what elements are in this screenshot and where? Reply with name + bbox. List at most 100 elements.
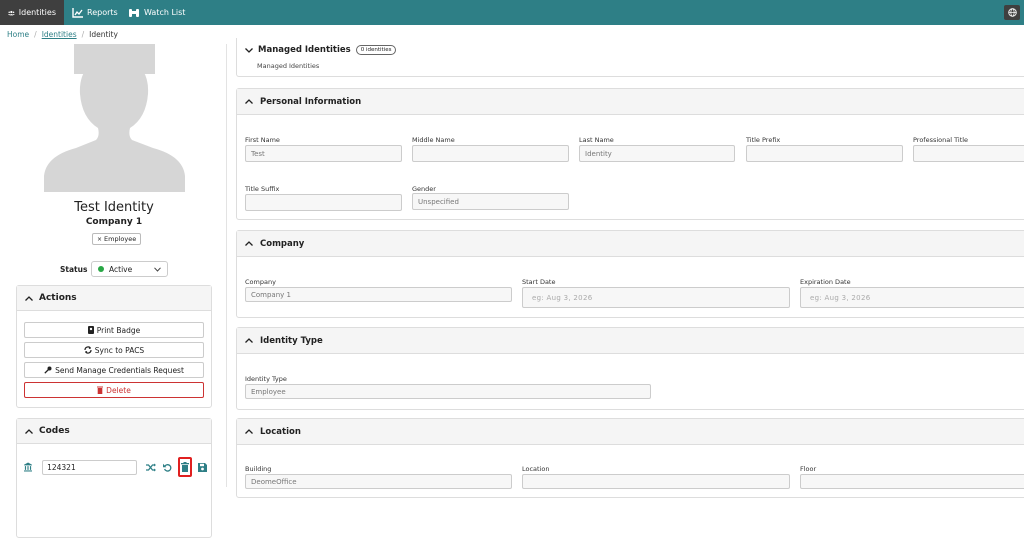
shuffle-button[interactable] <box>144 460 157 474</box>
title-suffix-field[interactable] <box>245 194 402 211</box>
company-section: Company Company Company 1 Start Date eg:… <box>236 230 1024 318</box>
personal-information-header[interactable]: Personal Information <box>237 89 1024 115</box>
managed-identities-subtitle: Managed Identities <box>257 62 320 70</box>
code-row: 124321 <box>24 457 209 477</box>
breadcrumb-separator: / <box>34 30 37 39</box>
sync-pacs-button[interactable]: Sync to PACS <box>24 342 204 358</box>
save-icon <box>198 462 208 472</box>
undo-icon <box>162 463 172 472</box>
company-label: Company <box>245 278 276 286</box>
breadcrumb-home[interactable]: Home <box>7 30 29 39</box>
trash-icon <box>181 462 190 472</box>
building-icon <box>24 462 33 472</box>
actions-card: Actions Print Badge Sync to PACS Send Ma… <box>16 285 212 408</box>
chevron-up-icon <box>245 241 253 246</box>
print-badge-label: Print Badge <box>96 325 141 335</box>
avatar-placeholder <box>44 44 185 192</box>
start-date-label: Start Date <box>522 278 556 286</box>
chevron-up-icon <box>25 428 33 434</box>
gender-label: Gender <box>412 185 436 193</box>
language-button[interactable] <box>1004 5 1020 20</box>
expiration-date-field[interactable]: eg: Aug 3, 2026 <box>800 287 1024 308</box>
floor-label: Floor <box>800 465 817 473</box>
nav-watch-list-label: Watch List <box>144 8 186 17</box>
identity-type-section: Identity Type Identity Type Employee <box>236 327 1024 410</box>
actions-title: Actions <box>39 293 77 303</box>
chevron-up-icon <box>245 99 253 104</box>
breadcrumb-current: Identity <box>89 30 118 39</box>
gender-select[interactable]: Unspecified <box>412 193 569 210</box>
breadcrumb-separator: / <box>81 30 85 39</box>
nav-identities[interactable]: Identities <box>0 0 64 25</box>
personal-information-section: Personal Information First Name Test Mid… <box>236 88 1024 220</box>
last-name-label: Last Name <box>579 136 614 144</box>
chart-icon <box>72 7 83 18</box>
actions-header[interactable]: Actions <box>17 286 211 311</box>
shuffle-icon <box>145 463 156 471</box>
code-input[interactable]: 124321 <box>42 459 138 475</box>
nav-watch-list[interactable]: Watch List <box>120 0 193 25</box>
status-label: Status <box>60 265 88 274</box>
location-section: Location Building DeomeOffice Location F… <box>236 418 1024 498</box>
middle-name-field[interactable] <box>412 145 569 162</box>
save-code-button[interactable] <box>196 460 209 474</box>
company-title: Company <box>260 238 305 249</box>
start-date-field[interactable]: eg: Aug 3, 2026 <box>522 287 790 308</box>
breadcrumb-identities[interactable]: Identities <box>42 30 77 39</box>
last-name-field[interactable]: Identity <box>579 145 735 162</box>
chevron-down-icon <box>154 266 161 272</box>
company-field[interactable]: Company 1 <box>245 287 512 302</box>
middle-name-label: Middle Name <box>412 136 455 144</box>
identity-type-select[interactable]: Employee <box>245 384 651 399</box>
first-name-label: First Name <box>245 136 280 144</box>
expiration-date-label: Expiration Date <box>800 278 851 286</box>
identity-type-header[interactable]: Identity Type <box>237 328 1024 354</box>
nav-reports-label: Reports <box>87 8 118 17</box>
chevron-up-icon <box>25 295 33 301</box>
title-suffix-label: Title Suffix <box>245 185 280 193</box>
location-header[interactable]: Location <box>237 419 1024 445</box>
first-name-field[interactable]: Test <box>245 145 402 162</box>
professional-title-field[interactable] <box>913 145 1024 162</box>
chevron-up-icon <box>245 338 253 343</box>
managed-identities-title: Managed Identities <box>258 45 351 55</box>
managed-identities-header[interactable]: Managed Identities 0 identities <box>245 45 397 55</box>
title-prefix-field[interactable] <box>746 145 903 162</box>
id-badge-icon <box>87 326 94 334</box>
tag-label: Employee <box>104 235 137 243</box>
delete-code-button[interactable] <box>177 457 193 477</box>
codes-card: Codes 124321 <box>16 418 212 538</box>
managed-identities-section: Managed Identities 0 identities Managed … <box>236 38 1024 77</box>
print-badge-button[interactable]: Print Badge <box>24 322 204 338</box>
identity-type-tag[interactable]: × Employee <box>92 233 142 245</box>
company-header[interactable]: Company <box>237 231 1024 257</box>
send-manage-credentials-button[interactable]: Send Manage Credentials Request <box>24 362 204 378</box>
trash-icon <box>97 386 104 394</box>
status-select[interactable]: Active <box>91 261 168 277</box>
remove-tag-icon[interactable]: × <box>97 236 102 243</box>
personal-information-title: Personal Information <box>260 96 362 107</box>
delete-label: Delete <box>106 385 131 395</box>
chevron-up-icon <box>245 429 253 434</box>
identity-type-label: Identity Type <box>245 375 287 383</box>
professional-title-label: Professional Title <box>913 136 969 144</box>
identity-profile-panel: Test Identity Company 1 × Employee Statu… <box>0 44 225 538</box>
delete-button[interactable]: Delete <box>24 382 204 398</box>
globe-icon <box>1007 8 1017 17</box>
title-prefix-label: Title Prefix <box>746 136 781 144</box>
codes-header[interactable]: Codes <box>17 419 211 444</box>
location-title: Location <box>260 426 301 437</box>
panel-divider <box>226 44 227 487</box>
key-icon <box>44 366 52 374</box>
binoculars-icon <box>129 8 139 17</box>
identity-type-title: Identity Type <box>260 335 323 346</box>
identity-company: Company 1 <box>85 217 143 227</box>
building-label: Building <box>245 465 272 473</box>
undo-button[interactable] <box>161 460 174 474</box>
identity-name: Test Identity <box>74 200 154 215</box>
users-icon <box>8 10 15 15</box>
sync-icon <box>84 346 92 354</box>
nav-reports[interactable]: Reports <box>64 0 126 25</box>
status-dot-icon <box>98 266 104 272</box>
chevron-down-icon <box>245 47 253 53</box>
